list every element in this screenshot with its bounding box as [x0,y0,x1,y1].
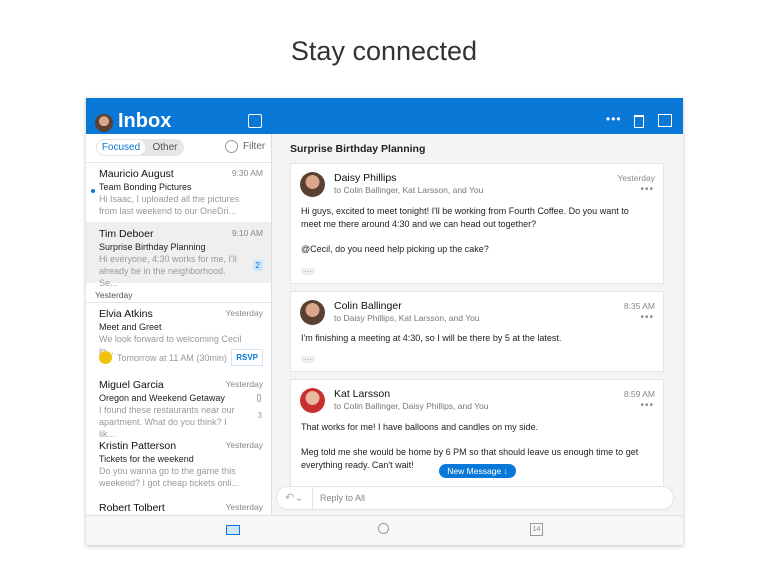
more-icon[interactable]: ••• [640,184,654,195]
more-icon[interactable]: ••• [640,312,654,323]
archive-icon[interactable] [658,114,672,127]
rsvp-button[interactable]: RSVP [231,349,263,366]
body: Hi guys, excited to meet tonight! I'll b… [301,206,629,229]
event-time: Tomorrow at 11 AM (30min) [117,353,227,363]
list-item[interactable]: Kristin Patterson Yesterday Tickets for … [86,440,271,498]
mail-icon[interactable] [226,525,240,535]
time: Yesterday [225,440,264,450]
tab-bar: 14 [86,515,683,545]
account-avatar[interactable] [95,114,113,132]
inbox-title: Inbox [118,110,172,132]
time: 9:10 AM [231,228,263,238]
app-window: Inbox ••• Focused Other Filter Mauricio … [86,98,683,545]
list-item[interactable]: Mauricio August 9:30 AM Team Bonding Pic… [86,164,271,222]
time: 8:35 AM [623,301,655,311]
expand-quoted-icon[interactable]: ··· [301,356,315,364]
list-item[interactable]: Miguel Garcia Yesterday Oregon and Weeke… [86,379,271,439]
list-item[interactable]: Robert Tolbert Yesterday [86,502,271,515]
reply-bar: ↶⌄ Reply to All [276,486,674,510]
recipients: to Colin Ballinger, Kat Larsson, and You [334,185,484,195]
avatar [300,300,325,325]
reading-pane: Surprise Birthday Planning Daisy Phillip… [272,134,683,515]
headline: Stay connected [290,36,478,66]
tab-other[interactable]: Other [148,139,182,156]
subject: Surprise Birthday Planning [99,242,206,252]
time: Yesterday [617,173,656,183]
recipients: to Colin Ballinger, Daisy Phillips, and … [334,401,489,411]
preview: Hi Isaac, I uploaded all the pictures fr… [99,194,240,216]
time: Yesterday [225,379,264,389]
calendar-event-icon [99,351,112,364]
preview: Hi everyone, 4:30 works for me, I'll alr… [99,254,237,288]
recipients: to Daisy Phillips, Kat Larsson, and You [334,313,480,323]
delete-icon[interactable] [634,115,644,128]
subject: Team Bonding Pictures [99,182,192,192]
body: I'm finishing a meeting at 4:30, so I wi… [301,333,562,343]
reply-input[interactable]: Reply to All [320,493,365,503]
time: Yesterday [225,502,264,512]
time: 8:59 AM [623,389,655,399]
sender: Colin Ballinger [334,300,402,312]
message-card[interactable]: Daisy Phillips to Colin Ballinger, Kat L… [290,163,664,284]
filter-button[interactable]: Filter [243,141,265,152]
attachment-icon [257,394,261,402]
time: Yesterday [225,308,264,318]
tab-focused[interactable]: Focused [96,139,146,156]
body: That works for me! I have balloons and c… [301,422,539,432]
message-list-pane: Focused Other Filter Mauricio August 9:3… [86,134,272,515]
subject: Meet and Greet [99,322,162,332]
time: 9:30 AM [231,168,263,178]
list-item-selected[interactable]: Tim Deboer 9:10 AM Surprise Birthday Pla… [86,222,271,288]
new-message-button[interactable]: New Message ↓ [439,464,516,478]
thread-subject: Surprise Birthday Planning [290,143,426,155]
subject: Oregon and Weekend Getaway [99,393,225,403]
search-icon[interactable] [378,523,389,534]
inbox-tabs: Focused Other [96,139,184,156]
preview: I found these restaurants near our apart… [99,405,235,439]
body: @Cecil, do you need help picking up the … [301,244,489,254]
section-header: Yesterday [95,290,133,300]
more-icon[interactable]: ••• [640,400,654,411]
unread-dot [91,189,95,193]
thread-count: 3 [257,411,262,420]
preview: Do you wanna go to the game this weekend… [99,466,240,488]
avatar [300,172,325,197]
expand-quoted-icon[interactable]: ··· [301,268,315,276]
list-item[interactable]: Elvia Atkins Yesterday Meet and Greet We… [86,308,271,374]
subject: Tickets for the weekend [99,454,194,464]
thread-count: 2 [252,260,263,271]
message-card[interactable]: Colin Ballinger to Daisy Phillips, Kat L… [290,291,664,372]
sender: Daisy Phillips [334,172,397,184]
compose-icon[interactable] [248,114,262,128]
top-bar: Inbox ••• [86,98,683,134]
reply-all-icon[interactable]: ↶⌄ [285,491,303,504]
avatar [300,388,325,413]
more-icon[interactable]: ••• [606,112,622,126]
calendar-icon[interactable]: 14 [530,523,543,536]
sender: Kat Larsson [334,388,391,400]
filter-icon[interactable] [225,140,238,153]
